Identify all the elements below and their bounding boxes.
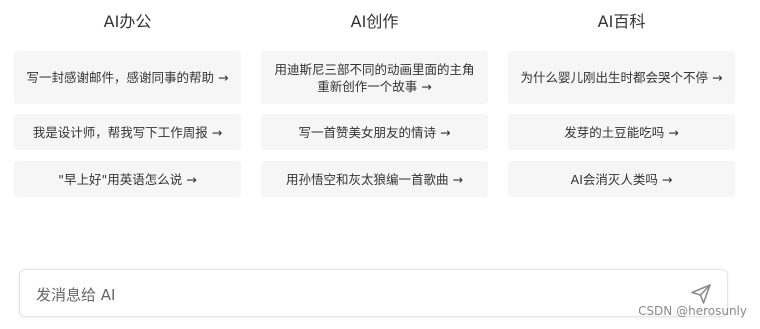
column-title: AI百科 xyxy=(597,12,646,31)
prompt-card[interactable]: 发芽的土豆能吃吗 → xyxy=(508,114,735,150)
message-input[interactable] xyxy=(34,282,658,308)
prompt-card[interactable]: 我是设计师，帮我写下工作周报 → xyxy=(14,114,241,150)
column-ai-creation: AI创作 用迪斯尼三部不同的动画里面的主角重新创作一个故事 → 写一首赞美女朋友… xyxy=(261,0,488,210)
column-title: AI创作 xyxy=(350,12,399,31)
suggestion-columns: AI办公 写一封感谢邮件，感谢同事的帮助 → 我是设计师，帮我写下工作周报 → … xyxy=(14,0,735,210)
prompt-card[interactable]: 用迪斯尼三部不同的动画里面的主角重新创作一个故事 → xyxy=(261,51,488,104)
prompt-card[interactable]: 写一封感谢邮件，感谢同事的帮助 → xyxy=(14,51,241,104)
prompt-card[interactable]: AI会消灭人类吗 → xyxy=(508,161,735,197)
prompt-card[interactable]: 用孙悟空和灰太狼编一首歌曲 → xyxy=(261,161,488,197)
prompt-card[interactable]: 写一首赞美女朋友的情诗 → xyxy=(261,114,488,150)
column-ai-office: AI办公 写一封感谢邮件，感谢同事的帮助 → 我是设计师，帮我写下工作周报 → … xyxy=(14,0,241,210)
column-title: AI办公 xyxy=(103,12,152,31)
column-ai-encyclopedia: AI百科 为什么婴儿刚出生时都会哭个不停 → 发芽的土豆能吃吗 → AI会消灭人… xyxy=(508,0,735,210)
prompt-card[interactable]: 为什么婴儿刚出生时都会哭个不停 → xyxy=(508,51,735,104)
prompt-card[interactable]: "早上好"用英语怎么说 → xyxy=(14,161,241,197)
message-input-box xyxy=(19,269,728,317)
watermark: CSDN @herosunly xyxy=(638,304,747,318)
